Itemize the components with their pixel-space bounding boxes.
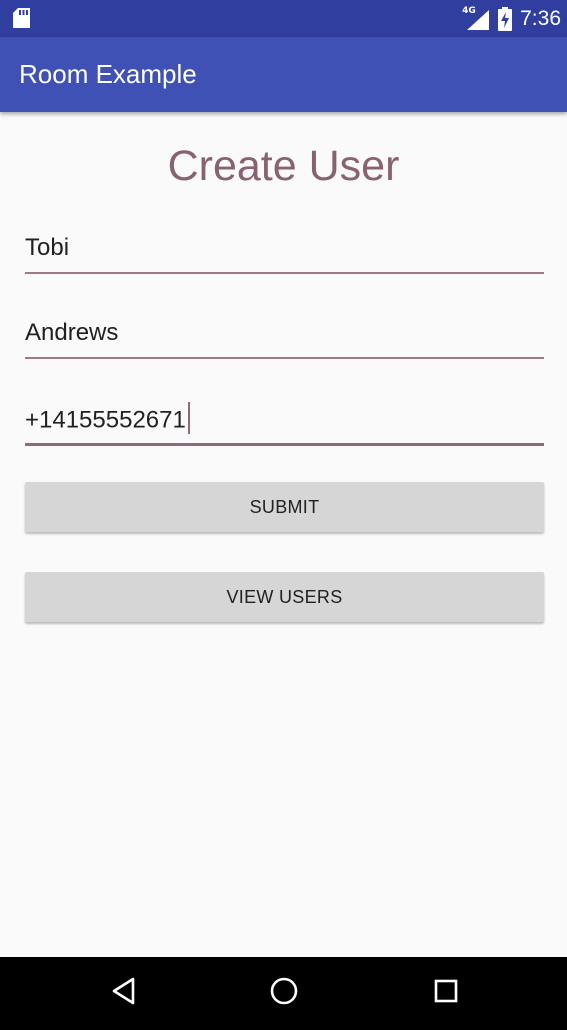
phone-field[interactable]: +14155552671 bbox=[25, 395, 544, 446]
signal-icon: 4G bbox=[462, 6, 490, 30]
battery-charging-icon bbox=[498, 6, 513, 31]
home-icon[interactable] bbox=[259, 957, 309, 1030]
navigation-bar bbox=[0, 957, 567, 1030]
back-icon[interactable] bbox=[100, 957, 150, 1030]
status-bar: 4G 7:36 bbox=[0, 0, 567, 37]
create-user-form: Create User Tobi Andrews +14155552671 SU… bbox=[0, 112, 567, 957]
last-name-field[interactable]: Andrews bbox=[25, 309, 544, 359]
app-title: Room Example bbox=[19, 59, 197, 89]
first-name-field[interactable]: Tobi bbox=[25, 224, 544, 274]
app-bar: Room Example bbox=[0, 37, 567, 112]
last-name-value: Andrews bbox=[25, 319, 119, 346]
submit-button[interactable]: SUBMIT bbox=[25, 482, 544, 532]
text-cursor bbox=[187, 402, 190, 434]
first-name-value: Tobi bbox=[25, 234, 70, 261]
phone-value-wrap: +14155552671 bbox=[25, 402, 190, 437]
sd-card-icon bbox=[13, 8, 30, 33]
recents-icon[interactable] bbox=[421, 957, 471, 1030]
phone-value: +14155552671 bbox=[25, 406, 186, 434]
status-clock: 7:36 bbox=[520, 6, 561, 30]
form-heading: Create User bbox=[167, 142, 400, 190]
view-users-button[interactable]: VIEW USERS bbox=[25, 572, 544, 622]
